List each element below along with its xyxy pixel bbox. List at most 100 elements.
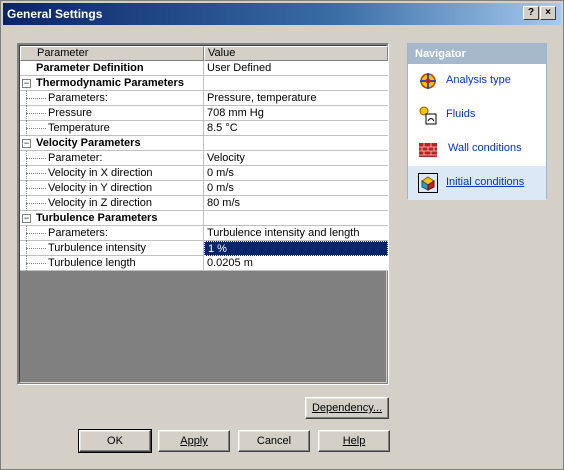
apply-button[interactable]: Apply [158, 430, 230, 452]
parameter-cell[interactable]: Pressure [20, 106, 204, 121]
help-button[interactable]: Help [318, 430, 390, 452]
collapse-icon[interactable]: − [22, 214, 31, 223]
table-row[interactable]: Parameters: Pressure, temperature [20, 91, 388, 106]
ok-button[interactable]: OK [78, 429, 152, 453]
tree-line [26, 98, 46, 99]
nav-label-fluids: Fluids [446, 108, 476, 120]
parameter-cell[interactable]: − Turbulence Parameters [20, 211, 204, 226]
table-row[interactable]: Parameter Definition User Defined [20, 61, 388, 76]
tree-line [26, 203, 46, 204]
parameter-label: Turbulence intensity [48, 242, 147, 254]
tree-line [26, 248, 46, 249]
help-icon[interactable]: ? [523, 6, 539, 20]
initial-conditions-icon [418, 173, 438, 193]
parameter-label: Velocity in Y direction [48, 182, 153, 194]
parameter-label: Turbulence Parameters [36, 212, 158, 224]
tree-line [26, 113, 46, 114]
parameter-label: Parameters: [48, 92, 108, 104]
parameter-cell[interactable]: − Velocity Parameters [20, 136, 204, 151]
parameter-grid: Parameter Value Parameter Definition User… [17, 43, 389, 385]
nav-item-wall-conditions[interactable]: Wall conditions [408, 132, 546, 166]
value-cell[interactable]: 1 % [204, 241, 388, 256]
parameter-label: Thermodynamic Parameters [36, 77, 184, 89]
tree-line [26, 188, 46, 189]
value-cell[interactable]: Velocity [204, 151, 388, 166]
value-cell[interactable]: 0 m/s [204, 166, 388, 181]
value-cell[interactable]: User Defined [204, 61, 388, 76]
wall-conditions-icon [419, 143, 437, 157]
parameter-label: Parameter Definition [36, 62, 144, 74]
grid-header: Parameter Value [20, 46, 388, 61]
parameter-label: Pressure [48, 107, 93, 119]
parameter-label: Temperature [48, 122, 110, 134]
table-row[interactable]: Velocity in Y direction 0 m/s [20, 181, 388, 196]
parameter-cell[interactable]: Parameter Definition [20, 61, 204, 76]
column-header-parameter[interactable]: Parameter [20, 46, 204, 61]
close-icon[interactable]: × [540, 6, 556, 20]
help-button-label: Help [342, 435, 366, 447]
nav-label-initial-conditions: Initial conditions [446, 176, 525, 188]
value-cell[interactable] [204, 211, 388, 226]
general-settings-dialog: General Settings ? × Parameter Value Par… [0, 0, 564, 470]
dependency-button-label: Dependency... [311, 402, 383, 414]
parameter-label: Velocity in X direction [48, 167, 153, 179]
cancel-button[interactable]: Cancel [238, 430, 310, 452]
collapse-icon[interactable]: − [22, 79, 31, 88]
table-row[interactable]: − Velocity Parameters [20, 136, 388, 151]
parameter-label: Parameters: [48, 227, 108, 239]
collapse-icon[interactable]: − [22, 139, 31, 148]
parameter-label: Velocity in Z direction [48, 197, 152, 209]
window-title: General Settings [7, 7, 103, 21]
navigator-panel: Navigator Analysis type Fluids Wall cond… [407, 43, 547, 200]
analysis-type-icon [420, 73, 436, 89]
tree-line [26, 173, 46, 174]
apply-button-label: Apply [180, 435, 208, 447]
value-cell[interactable]: 8.5 °C [204, 121, 388, 136]
parameter-label: Turbulence length [48, 257, 136, 269]
value-cell[interactable] [204, 76, 388, 91]
value-cell[interactable] [204, 136, 388, 151]
title-bar: General Settings [3, 3, 561, 25]
tree-line [26, 128, 46, 129]
parameter-cell[interactable]: Temperature [20, 121, 204, 136]
table-row[interactable]: Pressure 708 mm Hg [20, 106, 388, 121]
parameter-cell[interactable]: Parameters: [20, 226, 204, 241]
table-row[interactable]: Parameter: Velocity [20, 151, 388, 166]
table-row[interactable]: Turbulence length 0.0205 m [20, 256, 388, 271]
parameter-cell[interactable]: Turbulence length [20, 256, 204, 271]
tree-line [26, 233, 46, 234]
nav-item-initial-conditions[interactable]: Initial conditions [408, 166, 546, 200]
navigator-title: Navigator [408, 44, 546, 64]
table-row[interactable]: − Turbulence Parameters [20, 211, 388, 226]
value-cell[interactable]: 80 m/s [204, 196, 388, 211]
table-row[interactable]: Turbulence intensity 1 % [20, 241, 388, 256]
parameter-cell[interactable]: Velocity in Z direction [20, 196, 204, 211]
tree-line [26, 263, 46, 264]
column-header-value[interactable]: Value [204, 46, 388, 61]
table-row[interactable]: Temperature 8.5 °C [20, 121, 388, 136]
table-row[interactable]: − Thermodynamic Parameters [20, 76, 388, 91]
fluids-icon [419, 106, 437, 125]
nav-label-wall-conditions: Wall conditions [448, 142, 522, 154]
parameter-cell[interactable]: Parameters: [20, 91, 204, 106]
value-cell[interactable]: 0.0205 m [204, 256, 388, 271]
tree-line [26, 158, 46, 159]
parameter-label: Parameter: [48, 152, 103, 164]
value-cell[interactable]: Turbulence intensity and length [204, 226, 388, 241]
nav-label-analysis-type: Analysis type [446, 74, 511, 86]
parameter-cell[interactable]: − Thermodynamic Parameters [20, 76, 204, 91]
nav-item-analysis-type[interactable]: Analysis type [408, 64, 546, 98]
value-cell[interactable]: 708 mm Hg [204, 106, 388, 121]
parameter-cell[interactable]: Parameter: [20, 151, 204, 166]
parameter-cell[interactable]: Velocity in X direction [20, 166, 204, 181]
value-cell[interactable]: 0 m/s [204, 181, 388, 196]
parameter-cell[interactable]: Turbulence intensity [20, 241, 204, 256]
parameter-cell[interactable]: Velocity in Y direction [20, 181, 204, 196]
parameter-label: Velocity Parameters [36, 137, 141, 149]
dependency-button[interactable]: Dependency... [305, 397, 389, 419]
table-row[interactable]: Velocity in X direction 0 m/s [20, 166, 388, 181]
table-row[interactable]: Parameters: Turbulence intensity and leng… [20, 226, 388, 241]
table-row[interactable]: Velocity in Z direction 80 m/s [20, 196, 388, 211]
nav-item-fluids[interactable]: Fluids [408, 98, 546, 132]
value-cell[interactable]: Pressure, temperature [204, 91, 388, 106]
